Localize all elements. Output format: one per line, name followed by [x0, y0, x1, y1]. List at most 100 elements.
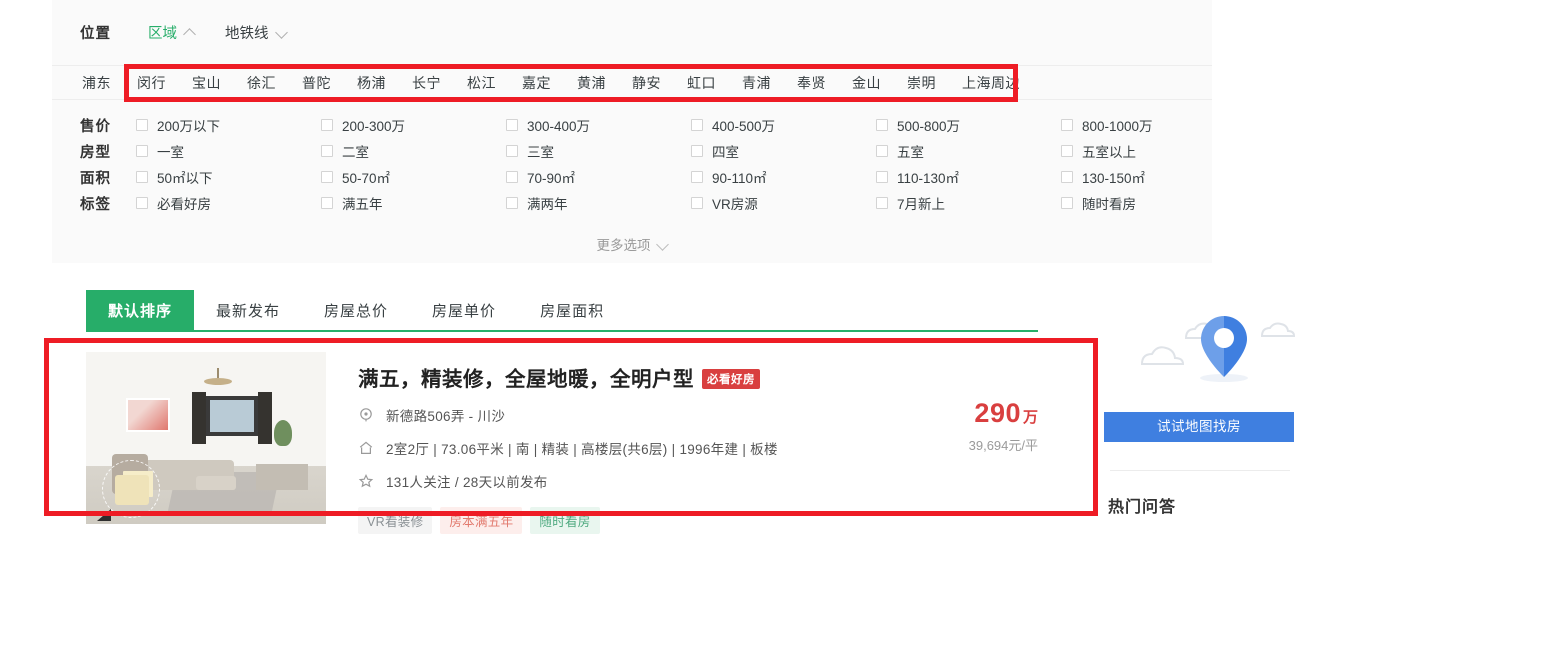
listing-chip[interactable]: VR看装修	[358, 507, 433, 534]
window	[206, 396, 258, 436]
checkbox-icon[interactable]	[691, 119, 703, 131]
facet-option[interactable]: 二室	[321, 141, 506, 161]
facet-option[interactable]: 50㎡以下	[136, 167, 321, 187]
facet-option[interactable]: 500-800万	[876, 115, 1061, 135]
filter-tab-region[interactable]: 区域	[148, 22, 195, 43]
chevron-down-icon	[276, 27, 287, 38]
listing-chips: VR看装修 房本满五年 随时看房	[358, 507, 1038, 534]
checkbox-icon[interactable]	[876, 119, 888, 131]
district-item[interactable]: 徐汇	[247, 73, 276, 93]
facet-option[interactable]: 必看好房	[136, 193, 321, 213]
checkbox-icon[interactable]	[136, 119, 148, 131]
facet-option[interactable]: 随时看房	[1061, 193, 1246, 213]
listing-address[interactable]: 新德路506弄 - 川沙	[386, 405, 505, 425]
district-item[interactable]: 静安	[632, 73, 661, 93]
sort-tab[interactable]: 房屋面积	[518, 290, 626, 330]
facet-option[interactable]: 800-1000万	[1061, 115, 1246, 135]
facet-option-label: 800-1000万	[1082, 119, 1153, 134]
facet-options: 200万以下 200-300万 300-400万 400-500万 500-800万 80…	[118, 115, 1246, 135]
district-item[interactable]: 宝山	[192, 73, 221, 93]
checkbox-icon[interactable]	[1061, 119, 1073, 131]
sort-tab[interactable]: 房屋单价	[410, 290, 518, 330]
listing-title[interactable]: 满五，精装修，全屋地暖，全明户型 必看好房	[358, 362, 1038, 392]
checkbox-icon[interactable]	[321, 197, 333, 209]
district-item[interactable]: 长宁	[412, 73, 441, 93]
sort-tab[interactable]: 最新发布	[194, 290, 302, 330]
district-item[interactable]: 普陀	[302, 73, 331, 93]
checkbox-icon[interactable]	[691, 171, 703, 183]
filter-tab-metro[interactable]: 地铁线	[225, 22, 287, 43]
wall-art	[126, 398, 170, 432]
facet-option[interactable]: 200万以下	[136, 115, 321, 135]
district-item[interactable]: 嘉定	[522, 73, 551, 93]
facet-option[interactable]: 200-300万	[321, 115, 506, 135]
facet-option[interactable]: 四室	[691, 141, 876, 161]
district-item[interactable]: 闵行	[137, 73, 166, 93]
facet-option-label: 500-800万	[897, 119, 961, 134]
listing-body: 满五，精装修，全屋地暖，全明户型 必看好房 新德路506弄 - 川沙 2室2厅 …	[326, 352, 1038, 534]
sort-tab[interactable]: 房屋总价	[302, 290, 410, 330]
checkbox-icon[interactable]	[321, 145, 333, 157]
sort-tab[interactable]: 默认排序	[86, 290, 195, 330]
facet-option[interactable]: 50-70㎡	[321, 167, 506, 187]
district-item[interactable]: 金山	[852, 73, 881, 93]
checkbox-icon[interactable]	[136, 145, 148, 157]
vr-badge-icon[interactable]	[97, 460, 160, 521]
listing-chip[interactable]: 随时看房	[530, 507, 600, 534]
checkbox-icon[interactable]	[691, 145, 703, 157]
checkbox-icon[interactable]	[876, 171, 888, 183]
district-item[interactable]: 青浦	[742, 73, 771, 93]
filter-tab-region-label: 区域	[148, 26, 177, 42]
facet-option[interactable]: 五室以上	[1061, 141, 1246, 161]
checkbox-icon[interactable]	[506, 197, 518, 209]
listing-chip[interactable]: 房本满五年	[440, 507, 523, 534]
facet-option-label: 随时看房	[1082, 197, 1136, 212]
district-item[interactable]: 奉贤	[797, 73, 826, 93]
facet-option[interactable]: 7月新上	[876, 193, 1061, 213]
facet-option[interactable]: 一室	[136, 141, 321, 161]
location-pin-icon	[358, 407, 374, 423]
checkbox-icon[interactable]	[136, 171, 148, 183]
district-item[interactable]: 松江	[467, 73, 496, 93]
checkbox-icon[interactable]	[1061, 197, 1073, 209]
facet-option-label: 满五年	[342, 197, 383, 212]
checkbox-icon[interactable]	[1061, 171, 1073, 183]
facet-option[interactable]: 110-130㎡	[876, 167, 1061, 187]
facet-option[interactable]: 70-90㎡	[506, 167, 691, 187]
facet-option-label: 四室	[712, 145, 739, 160]
checkbox-icon[interactable]	[321, 171, 333, 183]
checkbox-icon[interactable]	[691, 197, 703, 209]
more-options-button[interactable]: 更多选项	[52, 222, 1212, 254]
district-item[interactable]: 浦东	[82, 73, 111, 93]
district-item[interactable]: 虹口	[687, 73, 716, 93]
listing-card[interactable]: 满五，精装修，全屋地暖，全明户型 必看好房 新德路506弄 - 川沙 2室2厅 …	[86, 352, 1038, 534]
facet-option[interactable]: 满五年	[321, 193, 506, 213]
facet-option[interactable]: 130-150㎡	[1061, 167, 1246, 187]
facet-option-label: 五室	[897, 145, 924, 160]
facet-option[interactable]: 三室	[506, 141, 691, 161]
facet-label: 标签	[80, 196, 111, 213]
listing-details: 2室2厅 | 73.06平米 | 南 | 精装 | 高楼层(共6层) | 199…	[386, 442, 778, 457]
location-label: 位置	[80, 26, 111, 42]
checkbox-icon[interactable]	[506, 119, 518, 131]
facet-option[interactable]: 90-110㎡	[691, 167, 876, 187]
checkbox-icon[interactable]	[506, 171, 518, 183]
chevron-up-icon	[184, 27, 195, 38]
facet-option[interactable]: 满两年	[506, 193, 691, 213]
listing-thumbnail[interactable]	[86, 352, 326, 524]
map-search-button[interactable]: 试试地图找房	[1104, 412, 1294, 442]
checkbox-icon[interactable]	[136, 197, 148, 209]
checkbox-icon[interactable]	[506, 145, 518, 157]
facet-option[interactable]: 300-400万	[506, 115, 691, 135]
facet-option[interactable]: 五室	[876, 141, 1061, 161]
facet-option[interactable]: 400-500万	[691, 115, 876, 135]
checkbox-icon[interactable]	[876, 197, 888, 209]
district-item[interactable]: 黄浦	[577, 73, 606, 93]
district-item[interactable]: 上海周边	[962, 73, 1020, 93]
checkbox-icon[interactable]	[1061, 145, 1073, 157]
checkbox-icon[interactable]	[876, 145, 888, 157]
checkbox-icon[interactable]	[321, 119, 333, 131]
district-item[interactable]: 杨浦	[357, 73, 386, 93]
district-item[interactable]: 崇明	[907, 73, 936, 93]
facet-option[interactable]: VR房源	[691, 193, 876, 213]
